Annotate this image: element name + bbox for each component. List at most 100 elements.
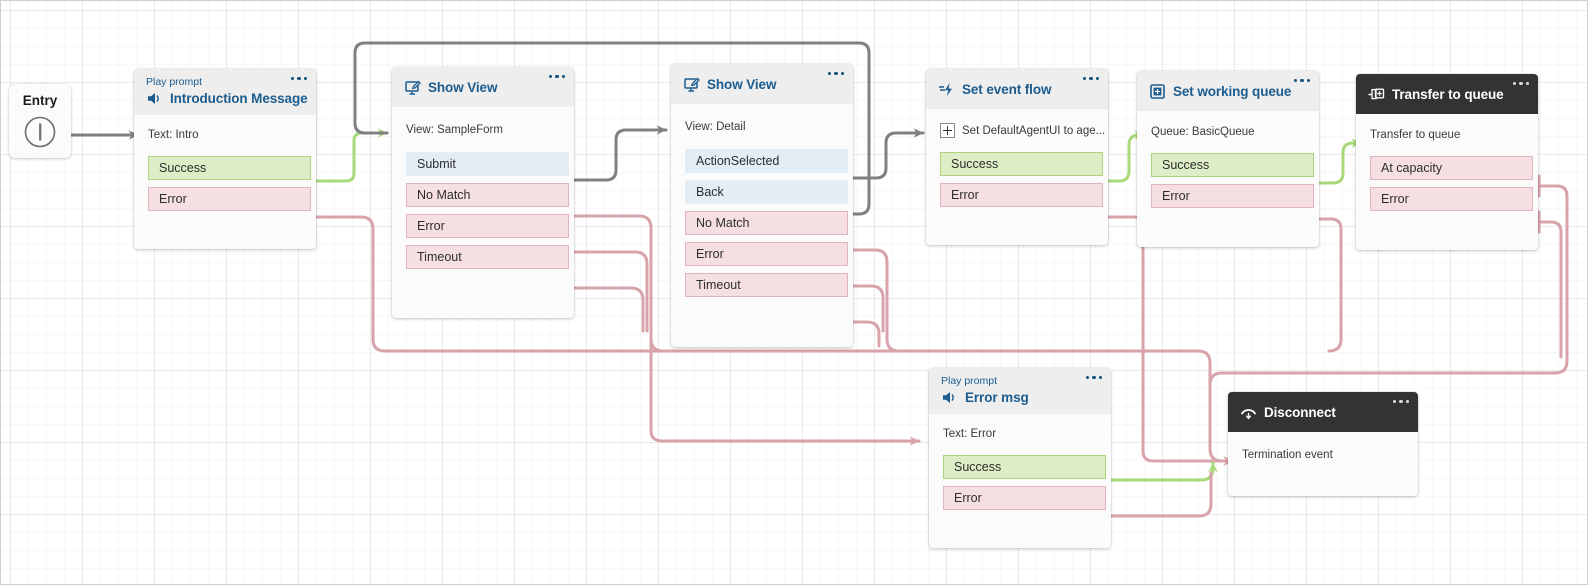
node-kicker: Play prompt (941, 375, 1101, 388)
edge-sampleform-errors-to-errormsg (651, 339, 919, 441)
node-title: Error msg (965, 390, 1029, 405)
node-description: View: SampleForm (392, 107, 574, 152)
node-menu-button[interactable] (1086, 376, 1102, 379)
port-success[interactable]: Success (943, 455, 1106, 479)
port-error[interactable]: Error (940, 183, 1103, 207)
port-action-selected[interactable]: ActionSelected (685, 149, 848, 173)
node-show-view-detail[interactable]: Show View View: Detail ActionSelected Ba… (671, 64, 853, 347)
edge-errormsg-error-to-disconnect (1106, 473, 1211, 516)
node-menu-button[interactable] (291, 77, 307, 80)
port-timeout[interactable]: Timeout (685, 273, 848, 297)
node-body: Text: Error Success Error (929, 414, 1111, 510)
node-menu-button[interactable] (1513, 82, 1529, 85)
node-show-view-sampleform[interactable]: Show View View: SampleForm Submit No Mat… (392, 67, 574, 318)
entry-label: Entry (23, 93, 58, 108)
node-menu-button[interactable] (1294, 79, 1310, 82)
port-back[interactable]: Back (685, 180, 848, 204)
speaker-icon (146, 90, 163, 107)
node-header: Set working queue (1137, 71, 1319, 111)
node-disconnect[interactable]: Disconnect Termination event (1228, 392, 1418, 496)
port-label: At capacity (1381, 161, 1442, 175)
port-no-match[interactable]: No Match (685, 211, 848, 235)
speaker-icon (941, 389, 958, 406)
port-success[interactable]: Success (1151, 153, 1314, 177)
port-no-match[interactable]: No Match (406, 183, 569, 207)
node-header: Play prompt Error msg (929, 368, 1111, 414)
port-error[interactable]: Error (1151, 184, 1314, 208)
port-error[interactable]: Error (685, 242, 848, 266)
node-header: Disconnect (1228, 392, 1418, 432)
node-description: Termination event (1228, 432, 1418, 476)
edge-workingqueue-success-to-transfer (1313, 143, 1361, 183)
node-body: Termination event (1228, 432, 1418, 476)
port-label: Timeout (696, 278, 741, 292)
port-label: Back (696, 185, 724, 199)
node-description: Set DefaultAgentUI to age... (926, 109, 1108, 152)
node-body: View: SampleForm Submit No Match Error T… (392, 107, 574, 269)
edge-sampleform-timeout-error (569, 288, 643, 331)
node-introduction-message[interactable]: Play prompt Introduction Message Text: I… (134, 69, 316, 249)
port-label: Error (954, 491, 982, 505)
start-circle-icon (22, 114, 58, 155)
port-label: Error (1381, 192, 1409, 206)
edge-seteventflow-error-to-disconnect (1102, 217, 1233, 461)
node-header: Show View (671, 64, 853, 104)
node-kicker: Play prompt (146, 76, 306, 89)
node-menu-button[interactable] (828, 72, 844, 75)
port-label: Success (954, 460, 1001, 474)
edge-sampleform-error-error (569, 252, 647, 331)
port-submit[interactable]: Submit (406, 152, 569, 176)
node-body: Text: Intro Success Error (134, 115, 316, 211)
disconnect-phone-icon (1240, 404, 1257, 421)
node-title: Disconnect (1264, 405, 1336, 420)
edge-submit-to-detail (569, 130, 666, 180)
edge-sampleform-nomatch-error (569, 216, 663, 351)
node-menu-button[interactable] (1083, 77, 1099, 80)
port-error[interactable]: Error (1370, 187, 1533, 211)
port-error[interactable]: Error (943, 486, 1106, 510)
node-title: Transfer to queue (1392, 87, 1504, 102)
node-title: Set working queue (1173, 84, 1291, 99)
node-menu-button[interactable] (549, 75, 565, 78)
screen-edit-icon (404, 79, 421, 96)
edge-detail-nomatch-error (847, 250, 899, 351)
edge-actionselected-to-set-event-flow (847, 133, 923, 178)
node-set-event-flow[interactable]: Set event flow Set DefaultAgentUI to age… (926, 69, 1108, 245)
node-description: View: Detail (671, 104, 853, 149)
flow-canvas[interactable]: Entry Play prompt Introduction Message (0, 0, 1588, 585)
add-icon[interactable] (940, 123, 955, 138)
node-menu-button[interactable] (1393, 400, 1409, 403)
port-label: Error (951, 188, 979, 202)
port-label: Error (417, 219, 445, 233)
edge-transfer-error (1539, 222, 1561, 357)
port-timeout[interactable]: Timeout (406, 245, 569, 269)
port-error[interactable]: Error (406, 214, 569, 238)
node-title: Show View (428, 80, 497, 95)
port-success[interactable]: Success (940, 152, 1103, 176)
node-error-msg[interactable]: Play prompt Error msg Text: Error Succes… (929, 368, 1111, 548)
node-description-text: Set DefaultAgentUI to age... (962, 124, 1105, 138)
node-transfer-to-queue[interactable]: Transfer to queue Transfer to queue At c… (1356, 74, 1538, 250)
node-description: Text: Error (929, 414, 1111, 455)
node-set-working-queue[interactable]: Set working queue Queue: BasicQueue Succ… (1137, 71, 1319, 247)
event-flow-icon (938, 81, 955, 98)
node-body: Queue: BasicQueue Success Error (1137, 111, 1319, 208)
node-header: Set event flow (926, 69, 1108, 109)
port-error[interactable]: Error (148, 187, 311, 211)
port-label: Submit (417, 157, 456, 171)
node-header: Transfer to queue (1356, 74, 1538, 114)
port-label: Success (159, 161, 206, 175)
port-label: Error (159, 192, 187, 206)
screen-edit-icon (683, 76, 700, 93)
node-title: Show View (707, 77, 776, 92)
port-label: Success (951, 157, 998, 171)
port-label: No Match (696, 216, 750, 230)
port-success[interactable]: Success (148, 156, 311, 180)
node-description: Transfer to queue (1356, 114, 1538, 156)
node-description: Queue: BasicQueue (1137, 111, 1319, 153)
port-at-capacity[interactable]: At capacity (1370, 156, 1533, 180)
transfer-queue-icon (1368, 86, 1385, 103)
entry-node[interactable]: Entry (9, 84, 71, 158)
node-header: Show View (392, 67, 574, 107)
edge-errormsg-success-to-disconnect (1106, 463, 1213, 480)
